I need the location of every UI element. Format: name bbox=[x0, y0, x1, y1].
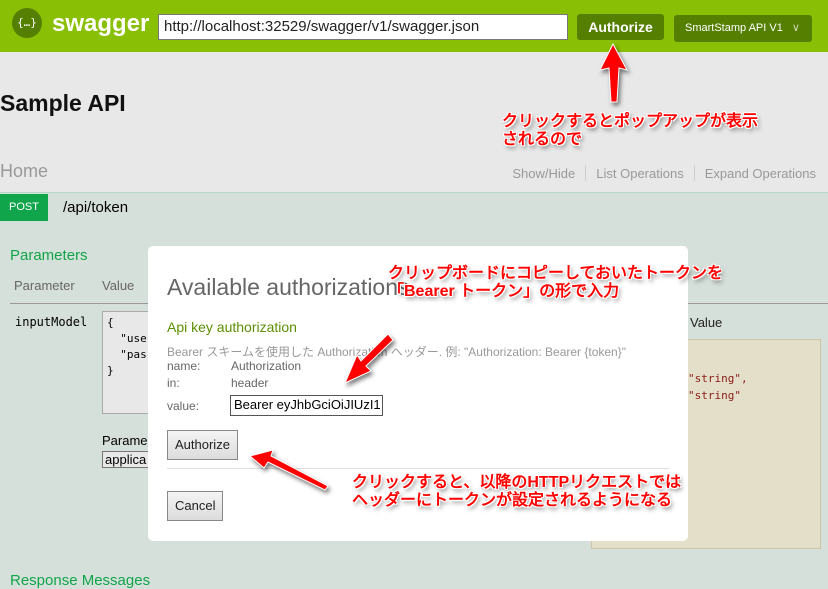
arrow-down-left-icon bbox=[344, 333, 394, 384]
annotation-note: クリックするとポップアップが表示 されるので bbox=[502, 113, 759, 148]
arrow-up-icon bbox=[599, 42, 628, 103]
annotation-note: クリップボードにコピーしておいたトークンを 「Bearer トークン」の形で入力 bbox=[388, 265, 724, 300]
annotation-note: クリックすると、以降のHTTPリクエストでは ヘッダーにトークンが設定されるように… bbox=[352, 474, 682, 509]
arrow-left-icon bbox=[248, 449, 329, 491]
